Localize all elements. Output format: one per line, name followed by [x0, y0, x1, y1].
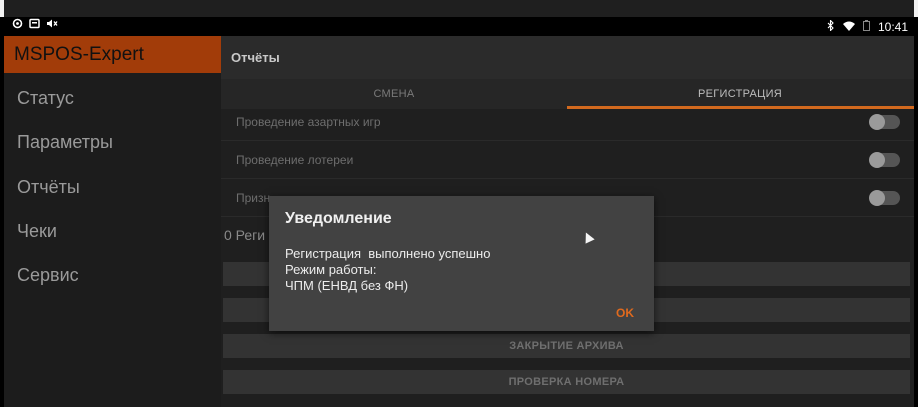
- sidebar-item-status[interactable]: Статус: [17, 88, 74, 109]
- notification-dialog: Уведомление Регистрация выполнено успешн…: [269, 196, 654, 331]
- bluetooth-icon: [827, 18, 835, 34]
- setting-label: Проведение азартных игр: [236, 115, 381, 129]
- sidebar-item-checks[interactable]: Чеки: [17, 221, 57, 242]
- sign-toggle[interactable]: [869, 190, 900, 206]
- app-title: MSPOS-Expert: [4, 36, 221, 73]
- mute-icon: [46, 17, 58, 36]
- toggle-knob: [869, 190, 885, 206]
- lottery-toggle[interactable]: [869, 152, 900, 168]
- sidebar-item-parameters[interactable]: Параметры: [17, 132, 113, 153]
- battery-icon: [862, 19, 870, 34]
- wifi-icon: [842, 20, 855, 34]
- close-archive-button[interactable]: ЗАКРЫТИЕ АРХИВА: [223, 334, 910, 358]
- page-title: Отчёты: [221, 36, 914, 79]
- circle-icon: [12, 17, 23, 36]
- setting-row-lottery: Проведение лотереи: [221, 141, 914, 179]
- registration-counter: 0 Реги: [224, 227, 266, 243]
- clock: 10:41: [877, 19, 908, 34]
- setting-label: Проведение лотереи: [236, 153, 354, 167]
- setting-row-gambling: Проведение азартных игр: [221, 103, 914, 141]
- sidebar-item-reports[interactable]: Отчёты: [17, 177, 80, 198]
- toggle-knob: [869, 152, 885, 168]
- toggle-knob: [869, 114, 885, 130]
- dialog-title: Уведомление: [285, 210, 392, 227]
- ok-button[interactable]: OK: [616, 306, 634, 320]
- screen-icon: [29, 17, 40, 36]
- sidebar-item-service[interactable]: Сервис: [17, 265, 79, 286]
- gambling-toggle[interactable]: [869, 114, 900, 130]
- check-number-button[interactable]: ПРОВЕРКА НОМЕРА: [223, 370, 910, 394]
- android-status-bar: 10:41: [4, 17, 914, 36]
- setting-label: Призн: [236, 191, 271, 205]
- dialog-message: Регистрация выполнено успешно Режим рабо…: [285, 246, 491, 293]
